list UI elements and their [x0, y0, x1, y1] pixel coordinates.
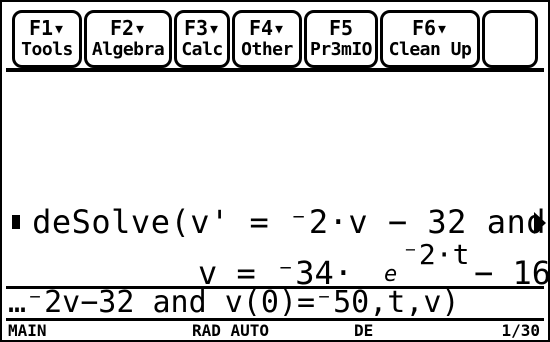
tool-label: Other [241, 39, 293, 60]
history-entry-text: deSolve(v' = ⁻2·v − 32 and [32, 203, 546, 241]
history-entry[interactable]: deSolve(v' = ⁻2·v − 32 and [8, 202, 546, 242]
status-angle: RAD AUTO [192, 321, 270, 340]
result-exp-base: e [384, 262, 398, 287]
status-mode: MAIN [8, 321, 47, 340]
tool-label: Algebra [91, 39, 165, 60]
status-graph-mode: DE [354, 321, 374, 340]
history-area[interactable]: deSolve(v' = ⁻2·v − 32 and v = ⁻34· e ⁻2… [8, 74, 550, 292]
tab-calc[interactable]: F3▾ Calc [174, 10, 230, 68]
fkey-label: F5 [328, 16, 354, 40]
tool-label: Clean Up [388, 39, 472, 60]
toolbar-divider [6, 68, 544, 72]
fkey-label: F2▾ [109, 16, 147, 40]
fkey-label: F4▾ [248, 16, 286, 40]
tool-label: Calc [181, 39, 223, 60]
tab-algebra[interactable]: F2▾ Algebra [84, 10, 172, 68]
tool-label: Pr3mIO [309, 39, 373, 60]
tab-blank [482, 10, 538, 68]
tab-clean-up[interactable]: F6▾ Clean Up [380, 10, 480, 68]
entry-bullet-icon [12, 215, 21, 229]
tab-prgmio[interactable]: F5 Pr3mIO [304, 10, 378, 68]
status-divider [6, 318, 544, 321]
status-history-count: 1/30 [501, 321, 540, 340]
fkey-label: F6▾ [411, 16, 449, 40]
entry-input[interactable]: …⁻2v−32 and v(0)=⁻50,t,v) [8, 288, 544, 318]
fkey-label: F1▾ [28, 16, 66, 40]
result-exponent: ⁻2·t [402, 238, 470, 271]
scroll-right-arrow-icon [534, 212, 546, 234]
tab-other[interactable]: F4▾ Other [232, 10, 302, 68]
fkey-label: F3▾ [183, 16, 221, 40]
toolbar: F1▾ Tools F2▾ Algebra F3▾ Calc F4▾ Other… [12, 10, 542, 68]
tool-label: Tools [21, 39, 73, 60]
status-bar: MAIN RAD AUTO DE 1/30 [8, 322, 540, 340]
tab-tools[interactable]: F1▾ Tools [12, 10, 82, 68]
calculator-screen: F1▾ Tools F2▾ Algebra F3▾ Calc F4▾ Other… [0, 0, 550, 342]
